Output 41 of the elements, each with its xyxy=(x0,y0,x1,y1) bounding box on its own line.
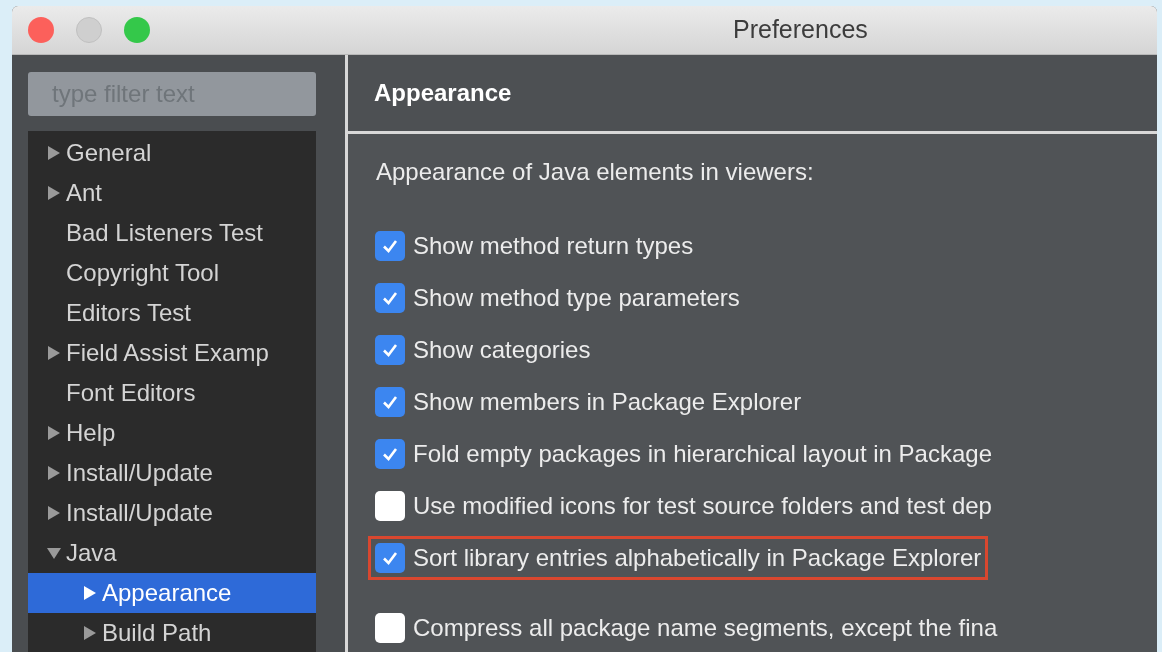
tree-item[interactable]: Appearance xyxy=(28,573,316,613)
option-label: Show members in Package Explorer xyxy=(413,387,802,417)
triangle-right-icon[interactable] xyxy=(82,585,98,601)
tree-item[interactable]: Ant xyxy=(28,173,316,213)
section-description: Appearance of Java elements in viewers: xyxy=(376,157,814,186)
option-label: Sort library entries alphabetically in Package Explorer xyxy=(413,543,982,573)
option-label: Fold empty packages in hierarchical layout in Package xyxy=(413,439,992,469)
checkbox[interactable] xyxy=(375,491,405,521)
triangle-right-icon[interactable] xyxy=(46,145,62,161)
tree-item[interactable]: Help xyxy=(28,413,316,453)
tree-item[interactable]: General xyxy=(28,133,316,173)
tree-item[interactable]: Bad Listeners Test xyxy=(28,213,316,253)
triangle-right-icon[interactable] xyxy=(46,465,62,481)
tree-item[interactable]: Build Path xyxy=(28,613,316,652)
option-label: Show categories xyxy=(413,335,591,365)
triangle-right-icon[interactable] xyxy=(46,185,62,201)
tree-item[interactable]: Field Assist Examp xyxy=(28,333,316,373)
tree-item[interactable]: Install/Update xyxy=(28,493,316,533)
option-label: Use modified icons for test source folders and test dep xyxy=(413,491,992,521)
triangle-right-icon[interactable] xyxy=(46,505,62,521)
tree-item[interactable]: Editors Test xyxy=(28,293,316,333)
checkbox[interactable] xyxy=(375,283,405,313)
checkbox[interactable] xyxy=(375,613,405,643)
triangle-down-icon[interactable] xyxy=(46,545,62,561)
checkbox[interactable] xyxy=(375,387,405,417)
triangle-right-icon[interactable] xyxy=(46,345,62,361)
tree-item[interactable]: Font Editors xyxy=(28,373,316,413)
checkbox[interactable] xyxy=(375,335,405,365)
checkbox[interactable] xyxy=(375,543,405,573)
page-title: Appearance xyxy=(374,78,512,108)
option-label: Show method return types xyxy=(413,231,694,261)
triangle-right-icon[interactable] xyxy=(82,625,98,641)
window-title: Preferences xyxy=(733,14,868,46)
option-label: Show method type parameters xyxy=(413,283,740,313)
tree-item[interactable]: Java xyxy=(28,533,316,573)
tree-item[interactable]: Install/Update xyxy=(28,453,316,493)
option-label: Compress all package name segments, except the fina xyxy=(413,613,998,643)
checkbox[interactable] xyxy=(375,439,405,469)
triangle-right-icon[interactable] xyxy=(46,425,62,441)
tree-item[interactable]: Copyright Tool xyxy=(28,253,316,293)
checkbox[interactable] xyxy=(375,231,405,261)
